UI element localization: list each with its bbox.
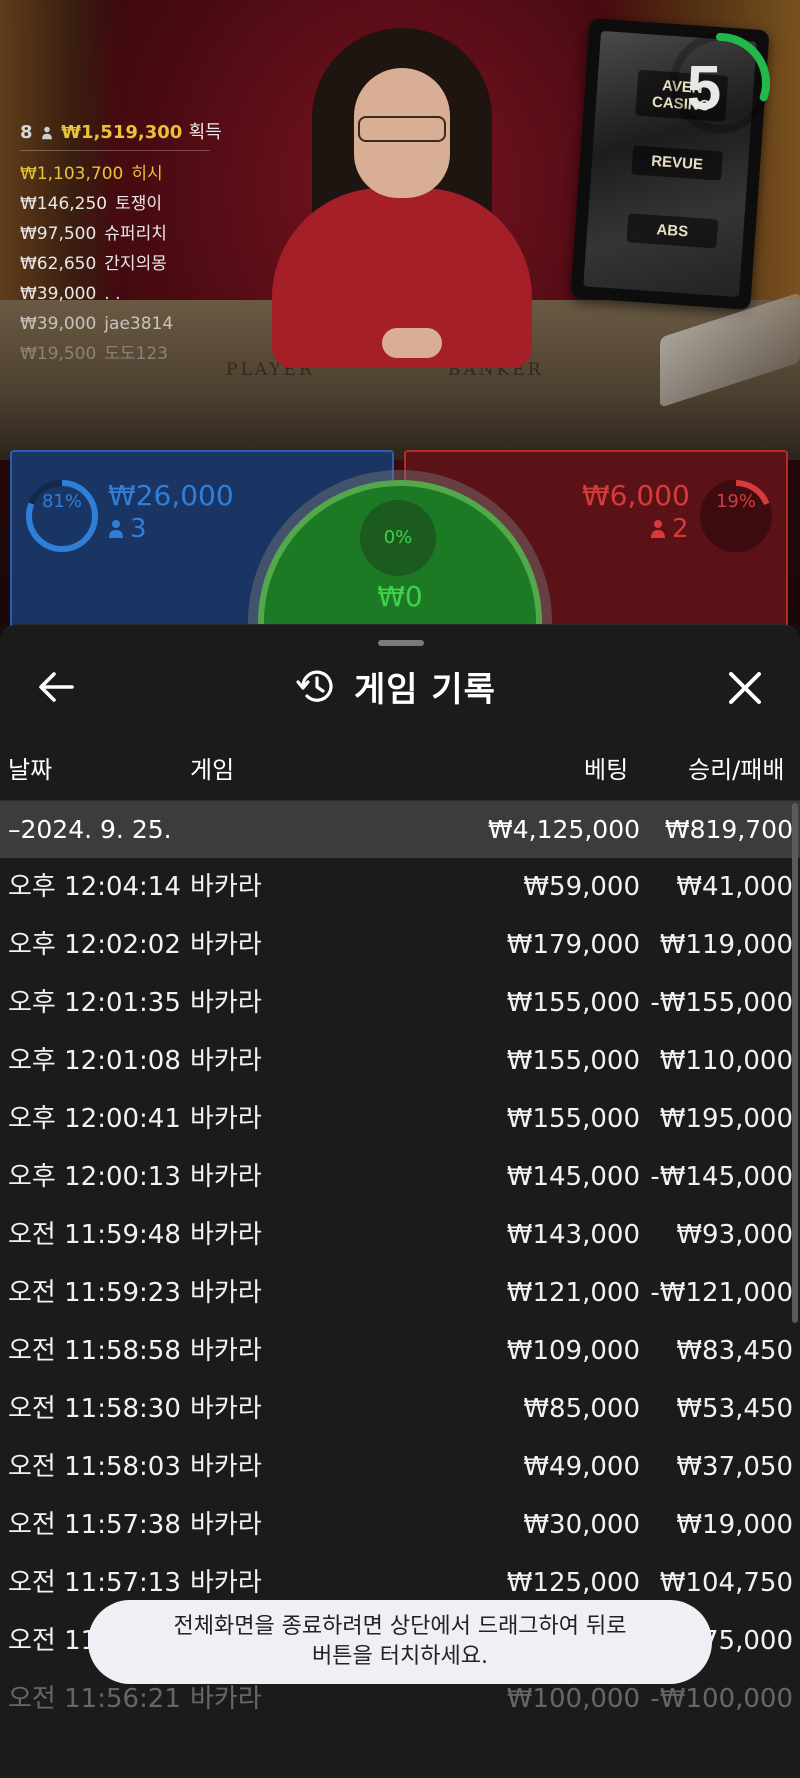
person-icon xyxy=(651,520,665,538)
column-header-result[interactable]: 승리/패배 xyxy=(688,755,784,785)
table-row[interactable]: 오후 12:01:35 바카라 ₩155,000 -₩155,000 xyxy=(0,974,800,1032)
table-row[interactable]: 오후 12:02:02 바카라 ₩179,000 ₩119,000 xyxy=(0,916,800,974)
back-arrow-icon[interactable] xyxy=(34,665,78,709)
winners-list: 8 ₩1,519,300 획득 ₩1,103,700 히시 ₩146,250 토쟁이… xyxy=(20,118,222,369)
player-bettor-count: 3 xyxy=(108,514,147,544)
history-icon xyxy=(296,670,333,702)
winners-total: ₩1,519,300 xyxy=(61,122,183,143)
date-group-row[interactable]: –2024. 9. 25. ₩4,125,000 ₩819,700 xyxy=(0,801,800,858)
winners-label: 획득 xyxy=(188,122,222,143)
table-row[interactable]: 오전 11:59:23 바카라 ₩121,000 -₩121,000 xyxy=(0,1264,800,1322)
player-bet-amount: ₩26,000 xyxy=(108,479,234,512)
table-row[interactable]: 오후 12:00:41 바카라 ₩155,000 ₩195,000 xyxy=(0,1090,800,1148)
winner-row: ₩39,000. . xyxy=(20,284,121,304)
winner-row: ₩19,500 도도123 xyxy=(20,344,169,364)
toast-line-1: 전체화면을 종료하려면 상단에서 드래그하여 뒤로 xyxy=(173,1614,627,1639)
table-row[interactable]: 오후 12:01:08 바카라 ₩155,000 ₩110,000 xyxy=(0,1032,800,1090)
tie-bet-amount: ₩0 xyxy=(377,580,423,613)
winner-row: ₩39,000 jae3814 xyxy=(20,314,174,334)
winner-row: ₩97,500 슈퍼리치 xyxy=(20,224,167,244)
date-group-label: –2024. 9. 25. xyxy=(8,815,172,844)
monitor-logo-abs: ABS xyxy=(626,213,719,249)
winner-row: ₩146,250 토쟁이 xyxy=(20,194,163,214)
banker-bettor-count: 2 xyxy=(650,514,689,544)
table-row[interactable]: 오전 11:58:58 바카라 ₩109,000 ₩83,450 xyxy=(0,1322,800,1380)
banker-bet-amount: ₩6,000 xyxy=(582,479,690,512)
table-row[interactable]: 오전 11:58:30 바카라 ₩85,000 ₩53,450 xyxy=(0,1380,800,1438)
countdown-number: 5 xyxy=(686,54,722,123)
winners-summary: 8 ₩1,519,300 획득 xyxy=(20,118,222,151)
fullscreen-exit-toast: 전체화면을 종료하려면 상단에서 드래그하여 뒤로 버튼을 터치하세요. xyxy=(88,1600,712,1684)
banker-percent: 19% xyxy=(715,491,756,512)
monitor-logo-revue: REVUE xyxy=(631,145,723,181)
player-percent: 81% xyxy=(41,491,82,512)
table-row[interactable]: 오후 12:04:14 바카라 ₩59,000 ₩41,000 xyxy=(0,858,800,916)
person-icon xyxy=(39,122,61,143)
column-header-bet[interactable]: 베팅 xyxy=(584,755,628,785)
drag-handle[interactable] xyxy=(378,640,424,646)
person-icon xyxy=(109,520,123,538)
column-header-game[interactable]: 게임 xyxy=(190,755,234,785)
sheet-title-text: 게임 기록 xyxy=(354,669,496,710)
scrollbar[interactable] xyxy=(792,803,798,1323)
table-row[interactable]: 오후 12:00:13 바카라 ₩145,000 -₩145,000 xyxy=(0,1148,800,1206)
table-row[interactable]: 오전 11:59:48 바카라 ₩143,000 ₩93,000 xyxy=(0,1206,800,1264)
date-group-result-total: ₩819,700 xyxy=(664,815,793,844)
date-group-bet-total: ₩4,125,000 xyxy=(488,815,640,844)
toast-line-2: 버튼을 터치하세요. xyxy=(312,1644,488,1669)
winner-row: ₩1,103,700 히시 xyxy=(20,164,163,184)
column-header-date[interactable]: 날짜 xyxy=(8,755,52,785)
history-rows: 오후 12:04:14 바카라 ₩59,000 ₩41,000 오후 12:02:02… xyxy=(0,858,800,1728)
dealer xyxy=(262,28,542,368)
winner-row: ₩62,650 간지의몽 xyxy=(20,254,167,274)
close-icon[interactable] xyxy=(722,665,768,711)
tie-percent: 0% xyxy=(360,500,436,576)
table-row[interactable]: 오전 11:57:38 바카라 ₩30,000 ₩19,000 xyxy=(0,1496,800,1554)
winners-count: 8 xyxy=(20,122,33,143)
table-row[interactable]: 오전 11:58:03 바카라 ₩49,000 ₩37,050 xyxy=(0,1438,800,1496)
sheet-title: 게임 기록 xyxy=(296,661,496,711)
